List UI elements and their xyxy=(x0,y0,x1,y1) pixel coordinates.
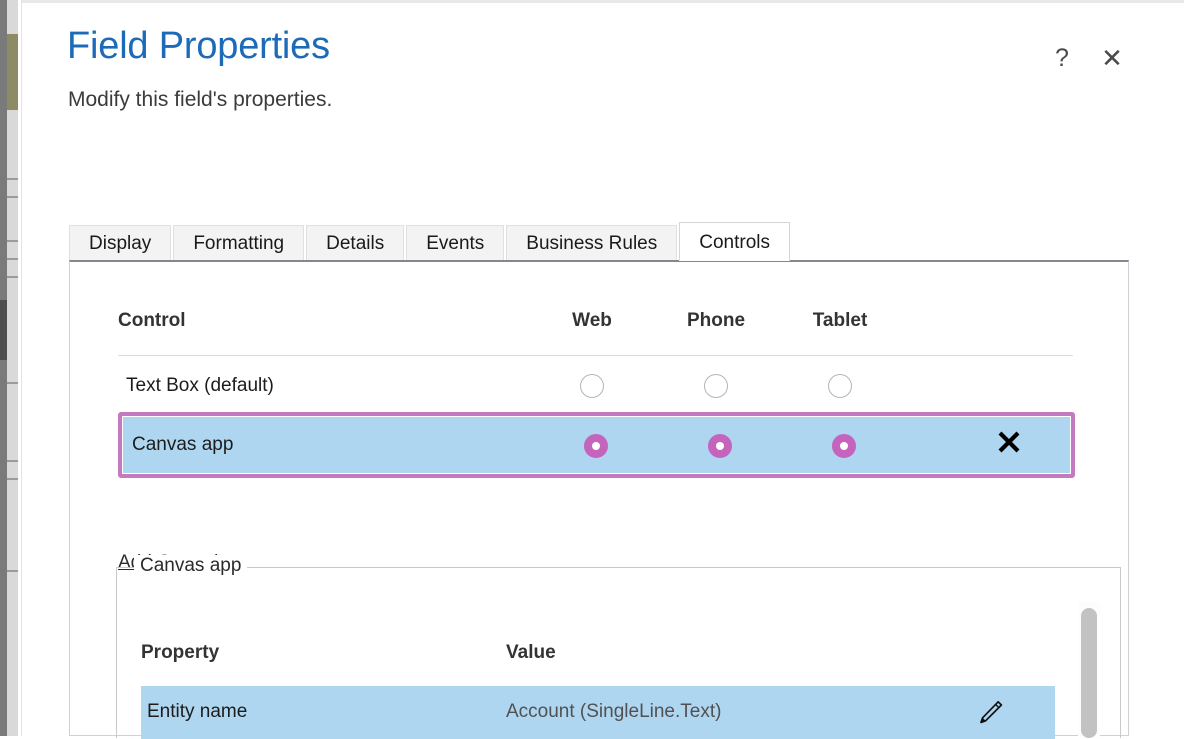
column-header-value: Value xyxy=(506,642,556,664)
radio-web-canvas-app[interactable] xyxy=(584,434,608,458)
control-name-canvas-app: Canvas app xyxy=(132,434,233,456)
property-row-entity-name[interactable]: Entity name Account (SingleLine.Text) xyxy=(141,686,1055,739)
column-header-tablet: Tablet xyxy=(813,310,868,332)
page-title: Field Properties xyxy=(67,26,330,68)
dialog-top-border xyxy=(22,0,1184,3)
background-line xyxy=(7,196,18,198)
tab-formatting[interactable]: Formatting xyxy=(173,225,304,261)
table-row[interactable]: Canvas app xyxy=(123,417,1070,473)
tab-business-rules[interactable]: Business Rules xyxy=(506,225,677,261)
radio-web-text-box[interactable] xyxy=(580,374,604,398)
tab-bar: Display Formatting Details Events Busine… xyxy=(69,223,792,261)
background-line xyxy=(7,478,18,480)
table-row-selected-frame: Canvas app xyxy=(118,412,1075,478)
page-subtitle: Modify this field's properties. xyxy=(68,88,332,112)
background-page-surface xyxy=(7,0,18,736)
close-icon[interactable]: ✕ xyxy=(1094,40,1130,76)
background-highlight-block xyxy=(7,34,18,110)
remove-control-icon[interactable] xyxy=(992,429,1026,463)
controls-table: Control Web Phone Tablet Text Box (defau… xyxy=(118,302,1073,348)
controls-table-header: Control Web Phone Tablet xyxy=(118,302,1073,348)
radio-tablet-text-box[interactable] xyxy=(828,374,852,398)
background-line xyxy=(7,460,18,462)
canvas-app-fieldset: Canvas app Property Value Entity name Ac… xyxy=(116,567,1121,738)
column-header-control: Control xyxy=(118,310,186,332)
property-list-scrollbar[interactable] xyxy=(1078,602,1100,738)
background-line xyxy=(7,178,18,180)
radio-phone-canvas-app[interactable] xyxy=(708,434,732,458)
background-line xyxy=(7,258,18,260)
table-row[interactable]: Text Box (default) xyxy=(118,364,1073,410)
tab-controls[interactable]: Controls xyxy=(679,222,790,261)
column-header-web: Web xyxy=(572,310,612,332)
help-icon[interactable]: ? xyxy=(1044,40,1080,76)
canvas-app-legend: Canvas app xyxy=(134,555,247,577)
tab-display[interactable]: Display xyxy=(69,225,171,261)
property-table-header: Property Value xyxy=(141,642,1081,676)
scrollbar-thumb[interactable] xyxy=(1081,608,1097,738)
controls-tab-panel: Control Web Phone Tablet Text Box (defau… xyxy=(69,260,1129,736)
background-scrollbar[interactable] xyxy=(0,0,7,736)
background-scrollbar-thumb[interactable] xyxy=(0,300,7,360)
property-name: Entity name xyxy=(147,701,247,723)
radio-tablet-canvas-app[interactable] xyxy=(832,434,856,458)
column-header-property: Property xyxy=(141,642,219,664)
tab-details[interactable]: Details xyxy=(306,225,404,261)
control-name-text-box: Text Box (default) xyxy=(126,375,274,397)
table-header-divider xyxy=(118,355,1073,356)
background-line xyxy=(7,240,18,242)
background-line xyxy=(7,276,18,278)
pencil-icon[interactable] xyxy=(973,696,1007,730)
tab-events[interactable]: Events xyxy=(406,225,504,261)
property-value: Account (SingleLine.Text) xyxy=(506,701,721,723)
radio-phone-text-box[interactable] xyxy=(704,374,728,398)
background-page-strip xyxy=(0,0,21,736)
column-header-phone: Phone xyxy=(687,310,745,332)
background-line xyxy=(7,382,18,384)
field-properties-dialog: Field Properties Modify this field's pro… xyxy=(21,0,1184,736)
background-line xyxy=(7,570,18,572)
